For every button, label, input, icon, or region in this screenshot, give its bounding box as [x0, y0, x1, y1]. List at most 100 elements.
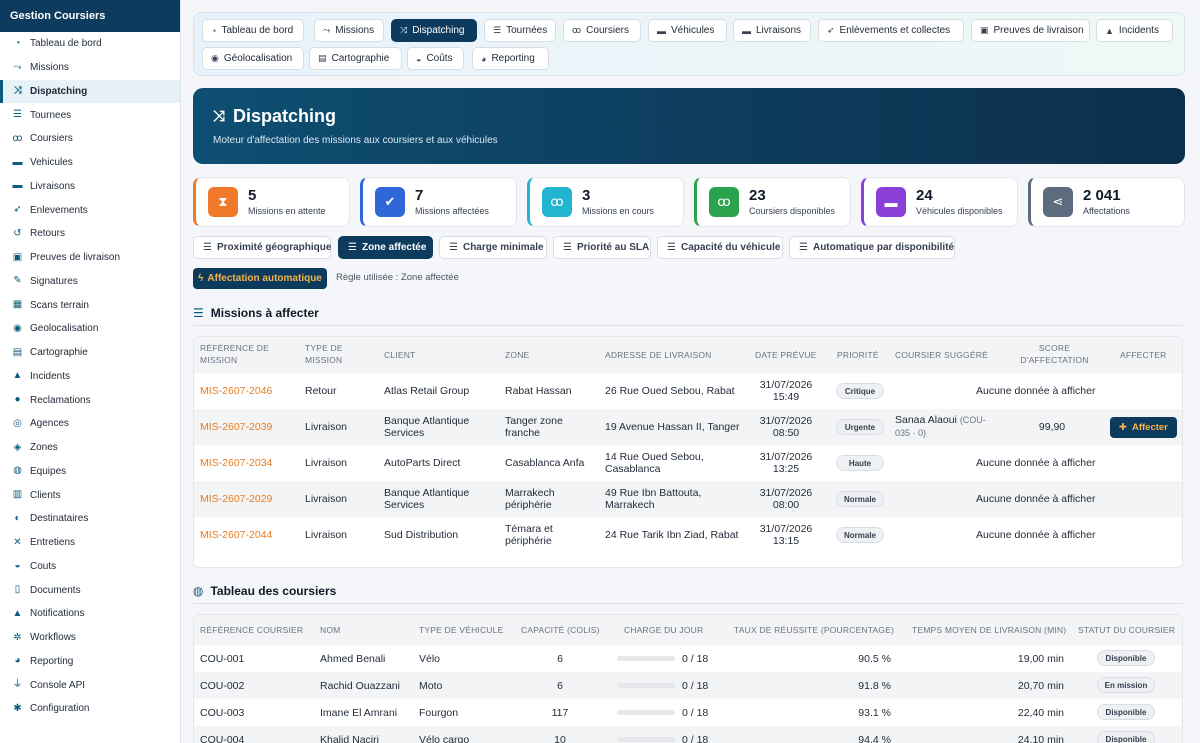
- tab-tournees[interactable]: ☰ Tournées: [484, 19, 556, 42]
- shuffle-icon: ⤨: [13, 85, 22, 97]
- assign-button[interactable]: ✚ Affecter: [1110, 417, 1177, 438]
- scheduled-date: 31/07/2026 08:00: [759, 486, 813, 512]
- sidebar-item-retours[interactable]: ↺ Retours: [0, 222, 180, 246]
- empty-state: Aucune donnée à afficher: [976, 385, 1096, 397]
- status-badge: Disponible: [1097, 731, 1155, 743]
- sidebar-item-cartographie[interactable]: ▤ Cartographie: [0, 341, 180, 365]
- tab-tableau-de-bord[interactable]: ◔ Tableau de bord: [202, 19, 304, 42]
- sidebar-item-notifications[interactable]: ▲ Notifications: [0, 602, 180, 626]
- sidebar-item-documents[interactable]: ▯ Documents: [0, 578, 180, 602]
- status-badge: Disponible: [1097, 650, 1155, 666]
- tab-missions[interactable]: ⤳ Missions: [314, 19, 384, 42]
- plane-icon: ➶: [13, 204, 22, 216]
- sidebar-item-dispatching[interactable]: ⤨ Dispatching: [0, 79, 180, 104]
- rule-proximite-geographique[interactable]: ☰ Proximité géographique: [193, 236, 331, 259]
- courier-name: Rachid Ouazzani: [320, 680, 400, 692]
- mission-type: Livraison: [305, 492, 348, 505]
- rule-zone-affectee[interactable]: ☰ Zone affectée: [338, 236, 433, 259]
- mission-reference-link[interactable]: MIS-2607-2044: [200, 517, 290, 553]
- shuffle-icon: ⤨: [400, 25, 408, 35]
- sidebar-item-livraisons[interactable]: ▬ Livraisons: [0, 175, 180, 199]
- sidebar-item-workflows[interactable]: ✲ Workflows: [0, 626, 180, 650]
- courier-reference: COU-001: [200, 653, 245, 665]
- delivery-address: 26 Rue Oued Sebou, Rabat: [605, 384, 735, 397]
- sidebar-item-agences[interactable]: ◎ Agences: [0, 412, 180, 436]
- sidebar-item-couts[interactable]: ◒ Couts: [0, 555, 180, 579]
- sidebar-item-enlevements[interactable]: ➶ Enlevements: [0, 198, 180, 222]
- mission-reference-link[interactable]: MIS-2607-2029: [200, 481, 290, 517]
- sidebar-item-coursiers[interactable]: ꝏ Coursiers: [0, 127, 180, 151]
- rule-automatique-par-disponibilite[interactable]: ☰ Automatique par disponibilité: [789, 236, 955, 259]
- sidebar-item-label: Workflows: [30, 632, 76, 644]
- sidebar-item-clients[interactable]: ▥ Clients: [0, 483, 180, 507]
- rule-priorite-au-sla[interactable]: ☰ Priorité au SLA: [553, 236, 651, 259]
- zone-name: Témara et périphérie: [505, 522, 553, 548]
- sidebar-item-label: Configuration: [30, 703, 90, 715]
- sidebar-item-preuves-de-livraison[interactable]: ▣ Preuves de livraison: [0, 246, 180, 270]
- rule-charge-minimale[interactable]: ☰ Charge minimale: [439, 236, 547, 259]
- tab-coursiers[interactable]: ꝏ Coursiers: [563, 19, 641, 42]
- tab-enlevements-et-collectes[interactable]: ➶ Enlèvements et collectes: [818, 19, 964, 42]
- rule-used-label: Règle utilisée : Zone affectée: [336, 272, 459, 283]
- sidebar-item-missions[interactable]: ⤳ Missions: [0, 56, 180, 80]
- mission-type: Livraison: [305, 528, 348, 541]
- scheduled-date: 31/07/2026 13:15: [759, 522, 813, 548]
- sidebar-item-label: Agences: [30, 418, 69, 430]
- sidebar-item-geolocalisation[interactable]: ◉ Geolocalisation: [0, 317, 180, 341]
- tab-cartographie[interactable]: ▤ Cartographie: [309, 47, 402, 70]
- clipboard-check-icon: ▣: [12, 251, 23, 263]
- sidebar-item-equipes[interactable]: ◍ Equipes: [0, 460, 180, 484]
- globe-icon: ◎: [13, 417, 22, 429]
- clipboard-check-icon: ▣: [980, 25, 989, 35]
- sidebar-item-scans-terrain[interactable]: ▦ Scans terrain: [0, 293, 180, 317]
- sidebar-item-configuration[interactable]: ✱ Configuration: [0, 697, 180, 721]
- tab-dispatching[interactable]: ⤨ Dispatching: [391, 19, 477, 42]
- satellite-icon: ◉: [211, 53, 219, 63]
- tab-incidents[interactable]: ▲ Incidents: [1096, 19, 1173, 42]
- sidebar-item-zones[interactable]: ◈ Zones: [0, 436, 180, 460]
- sidebar-item-tournees[interactable]: ☰ Tournees: [0, 103, 180, 127]
- mission-type: Retour: [305, 384, 337, 397]
- tab-vehicules[interactable]: ▬ Véhicules: [648, 19, 727, 42]
- tab-preuves-de-livraison[interactable]: ▣ Preuves de livraison: [971, 19, 1090, 42]
- column-header: CAPACITÉ (COLIS): [521, 625, 600, 635]
- table-row: MIS-2607-2034 Livraison AutoParts Direct Ca…: [194, 445, 1182, 481]
- assignment-score: 99,90: [1038, 421, 1066, 433]
- scheduled-date: 31/07/2026 13:25: [759, 450, 813, 476]
- rule-capacite-du-vehicule[interactable]: ☰ Capacité du véhicule: [657, 236, 783, 259]
- sidebar-item-reclamations[interactable]: ● Reclamations: [0, 388, 180, 412]
- sliders-icon: ☰: [667, 242, 676, 253]
- sidebar-item-label: Clients: [30, 489, 61, 501]
- auto-assign-button[interactable]: ϟ Affectation automatique: [193, 268, 327, 289]
- average-time: 22,40 min: [1017, 707, 1064, 719]
- page-subtitle: Moteur d'affectation des missions aux co…: [213, 135, 498, 146]
- courier-reference: COU-004: [200, 734, 245, 743]
- sidebar-item-reporting[interactable]: ◕ Reporting: [0, 650, 180, 674]
- tab-couts[interactable]: ◒ Coûts: [407, 47, 464, 70]
- tab-livraisons[interactable]: ▬ Livraisons: [733, 19, 811, 42]
- pie-chart-icon: ◕: [481, 53, 487, 64]
- stat-label: Missions en cours: [582, 206, 655, 217]
- status-badge: Disponible: [1097, 704, 1155, 720]
- daily-load-bar: [617, 710, 675, 715]
- sidebar-item-entretiens[interactable]: ✕ Entretiens: [0, 531, 180, 555]
- sidebar-item-label: Entretiens: [30, 537, 76, 549]
- sidebar-item-console-api[interactable]: ⏚ Console API: [0, 673, 180, 697]
- tab-reporting[interactable]: ◕ Reporting: [472, 47, 549, 70]
- tab-geolocalisation[interactable]: ◉ Géolocalisation: [202, 47, 304, 70]
- column-header: SCORE D'AFFECTATION: [1020, 343, 1089, 365]
- sidebar-item-tableau-de-bord[interactable]: ◔ Tableau de bord: [0, 32, 180, 56]
- mission-reference-link[interactable]: MIS-2607-2034: [200, 445, 290, 481]
- sidebar-item-signatures[interactable]: ✎ Signatures: [0, 270, 180, 294]
- sidebar-item-destinataires[interactable]: ◐ Destinataires: [0, 507, 180, 531]
- plug-icon: ⏚: [12, 679, 23, 691]
- sidebar-item-label: Destinataires: [30, 513, 89, 525]
- daily-load-bar: [617, 656, 675, 661]
- user-plus-icon: ✚: [1119, 422, 1127, 433]
- mission-reference-link[interactable]: MIS-2607-2046: [200, 373, 290, 409]
- mission-reference-link[interactable]: MIS-2607-2039: [200, 409, 290, 445]
- column-header: RÉFÉRENCE DE MISSION: [200, 343, 269, 365]
- sidebar-item-incidents[interactable]: ▲ Incidents: [0, 365, 180, 389]
- column-header: ADRESSE DE LIVRAISON: [605, 350, 712, 360]
- sidebar-item-vehicules[interactable]: ▬ Vehicules: [0, 151, 180, 175]
